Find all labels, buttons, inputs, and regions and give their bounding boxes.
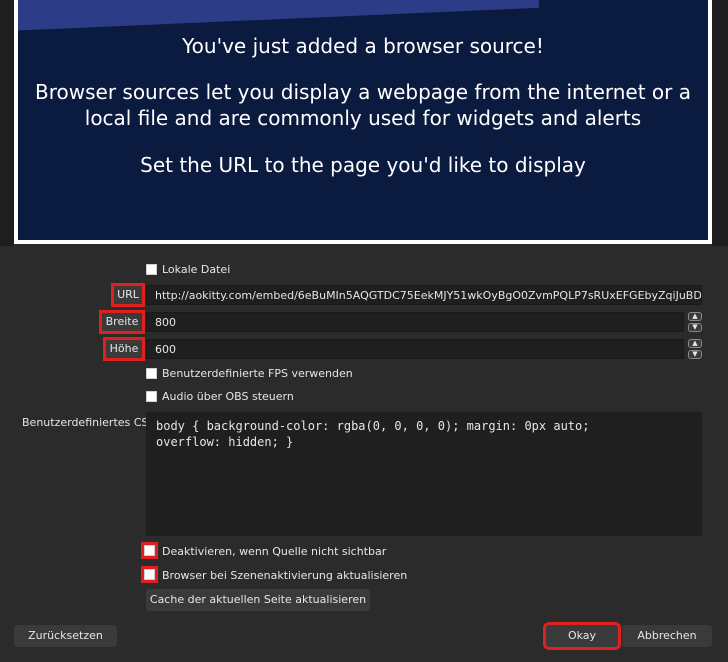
- width-decrease-icon[interactable]: ▼: [688, 323, 702, 332]
- audio-control-label: Audio über OBS steuern: [162, 390, 294, 403]
- height-spinner[interactable]: ▲ ▼: [688, 339, 702, 359]
- custom-fps-checkbox[interactable]: [146, 368, 157, 379]
- height-input[interactable]: 600: [146, 339, 684, 359]
- custom-fps-label: Benutzerdefinierte FPS verwenden: [162, 367, 353, 380]
- refresh-cache-button[interactable]: Cache der aktuellen Seite aktualisieren: [146, 589, 370, 611]
- local-file-label: Lokale Datei: [162, 263, 231, 276]
- refresh-on-activate-label: Browser bei Szenenaktivierung aktualisie…: [162, 569, 408, 582]
- url-input[interactable]: http://aokitty.com/embed/6eBuMIn5AQGTDC7…: [146, 285, 702, 305]
- reset-button[interactable]: Zurücksetzen: [14, 625, 117, 647]
- preview-instruction: Set the URL to the page you'd like to di…: [140, 153, 586, 177]
- width-input[interactable]: 800: [146, 312, 684, 332]
- local-file-checkbox[interactable]: [146, 264, 157, 275]
- custom-css-textarea[interactable]: body { background-color: rgba(0, 0, 0, 0…: [146, 412, 702, 536]
- width-spinner[interactable]: ▲ ▼: [688, 312, 702, 332]
- shutdown-when-hidden-checkbox[interactable]: [141, 542, 158, 559]
- width-increase-icon[interactable]: ▲: [688, 312, 702, 321]
- width-label: Breite: [99, 310, 145, 334]
- audio-control-checkbox[interactable]: [146, 391, 157, 402]
- shutdown-when-hidden-label: Deaktivieren, wenn Quelle nicht sichtbar: [162, 545, 387, 558]
- cancel-button[interactable]: Abbrechen: [622, 625, 712, 647]
- height-decrease-icon[interactable]: ▼: [688, 350, 702, 359]
- custom-css-label: Benutzerdefiniertes CSS: [22, 416, 156, 429]
- height-label: Höhe: [103, 337, 145, 361]
- preview-description-line-1: Browser sources let you display a webpag…: [35, 80, 691, 104]
- height-increase-icon[interactable]: ▲: [688, 339, 702, 348]
- preview-heading: You've just added a browser source!: [182, 34, 544, 58]
- url-label: URL: [111, 283, 145, 307]
- preview-description-line-2: local file and are commonly used for wid…: [84, 106, 642, 130]
- ok-button[interactable]: Okay: [543, 622, 621, 650]
- refresh-on-activate-checkbox[interactable]: [141, 566, 158, 583]
- preview-decoration: [18, 0, 540, 33]
- browser-source-preview: You've just added a browser source! Brow…: [18, 0, 708, 240]
